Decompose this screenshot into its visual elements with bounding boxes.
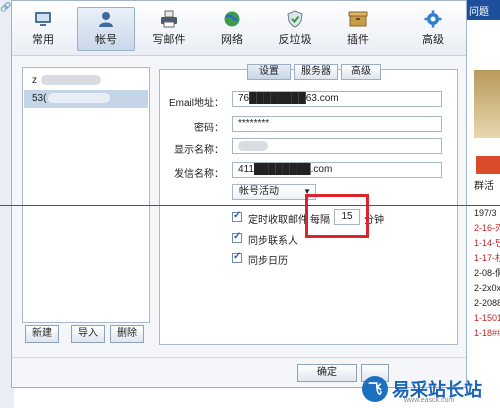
toolbar-button[interactable]: 写邮件 [140,7,198,51]
sender-name-field[interactable]: 411████████.com [232,162,442,178]
account-status-select[interactable]: 帐号活动 ▼ [232,184,316,200]
toolbar-button-label: 写邮件 [152,34,186,46]
account-name: z [32,75,37,86]
sync-calendar-label: 同步日历 [248,256,288,267]
background-list-item: 2-2088 [474,298,500,308]
background-label: 群活 [474,181,494,192]
toolbar-button[interactable]: 插件 [329,7,387,51]
account-name: 53( [32,93,47,104]
printer-icon [141,10,197,28]
background-topbar: 问题 [466,0,500,20]
toolbar-button-label: 网络 [221,34,243,46]
account-list-item[interactable]: z [24,72,148,90]
options-dialog: 常用 帐号 写邮件 网络 反垃圾 插件 高级 z 53( 新建 导入 删除 设置 服务器 高… [11,0,467,388]
redacted-text [48,93,111,104]
toolbar-button[interactable]: 网络 [203,7,261,51]
toolbar-button[interactable]: 反垃圾 [266,7,324,51]
import-account-button[interactable]: 导入 [71,325,105,343]
delete-account-button[interactable]: 删除 [110,325,144,343]
sync-contacts-label: 同步联系人 [248,236,298,247]
window-edge-glyph: 🔗 [0,2,12,12]
toolbar-button-label: 常用 [32,34,54,46]
background-thumbnail-red [476,156,500,174]
background-list-item: 2-16-刃 [474,223,500,233]
toolbar-button-label: 高级 [422,34,444,46]
tab-server[interactable]: 服务器 [294,64,338,80]
toolbar-button-label: 帐号 [95,34,117,46]
background-top-text: 问题 [469,7,489,18]
shield-icon [267,10,323,28]
watermark-logo: 飞 [362,376,388,402]
redacted-text [238,141,268,152]
email-label: Email地址： [168,98,224,109]
toolbar-button[interactable]: 帐号 [77,7,135,51]
globe-icon [204,10,260,28]
user-icon [78,10,134,28]
ok-button[interactable]: 确定 [297,364,357,382]
box-icon [330,10,386,28]
background-list-item: 2-08-侗 [474,268,500,278]
password-field[interactable]: ******** [232,116,442,132]
toolbar-button[interactable]: 常用 [14,7,72,51]
red-guide-line [0,205,500,206]
new-account-button[interactable]: 新建 [25,325,59,343]
highlight-box [305,194,369,238]
background-list-item: 2-2x0x [474,283,500,293]
monitor-icon [15,10,71,28]
sync-contacts-checkbox[interactable] [232,231,242,243]
background-list: 197/3 2-16-刃 1-14-턴 1-17-杉 2-08-侗 2-2x0x 2-208… [474,206,500,341]
email-field[interactable]: 76████████63.com [232,91,442,107]
scheduled-receive-label: 定时收取邮件 [248,215,308,226]
sync-calendar-checkbox[interactable] [232,251,242,263]
options-toolbar: 常用 帐号 写邮件 网络 反垃圾 插件 高级 [12,1,466,56]
background-list-item: 197/3 [474,208,497,218]
tab-settings[interactable]: 设置 [247,64,291,80]
account-list[interactable]: z 53( [22,67,150,323]
gear-icon [405,10,461,28]
tab-advanced[interactable]: 高级 [341,64,381,80]
redacted-text [41,75,101,86]
sender-name-label: 发信名称： [174,169,224,180]
password-label: 密码： [194,123,224,134]
background-app [466,0,500,408]
toolbar-button-label: 反垃圾 [278,34,312,46]
background-list-item: 1-17-杉 [474,253,500,263]
account-status-value: 帐号活动 [239,186,279,197]
watermark-url: www.easck.com [404,397,455,404]
display-name-field[interactable] [232,138,442,154]
toolbar-button[interactable]: 高级 [404,7,462,51]
account-list-item-selected[interactable]: 53( [24,90,148,108]
scheduled-receive-checkbox[interactable] [232,210,242,222]
toolbar-button-label: 插件 [347,34,369,46]
background-list-item: 1-1501 [474,313,500,323]
background-thumbnail [474,70,500,138]
display-name-label: 显示名称： [174,145,224,156]
background-list-item: 1-14-턴 [474,238,500,248]
background-list-item: 1-18## [474,328,500,338]
